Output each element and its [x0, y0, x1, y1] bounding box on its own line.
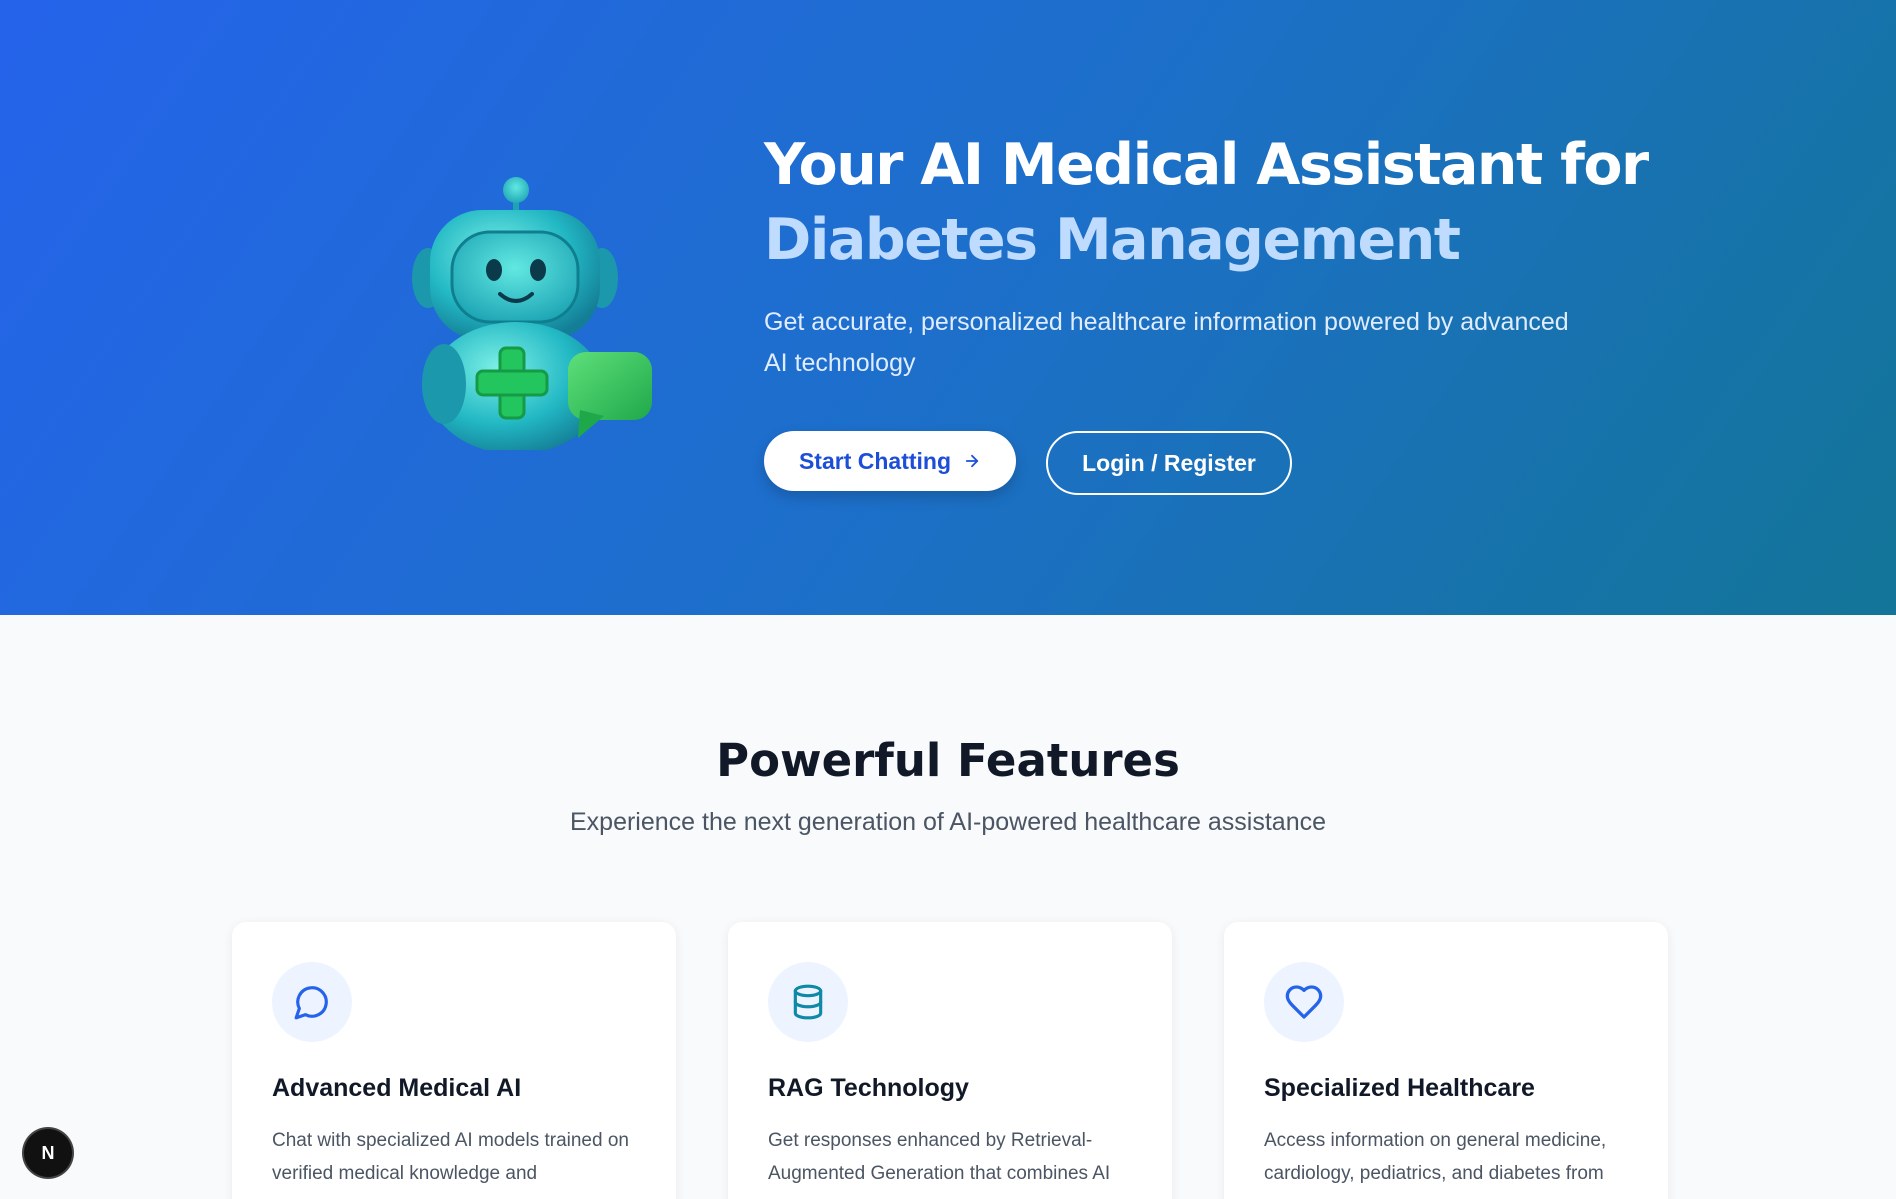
- feature-card-advanced-medical-ai: Advanced Medical AI Chat with specialize…: [232, 922, 676, 1199]
- feature-card-description: Access information on general medicine, …: [1264, 1130, 1607, 1184]
- hero-title: Your AI Medical Assistant for Diabetes M…: [764, 128, 1664, 278]
- hero-title-highlight: Diabetes Management: [764, 207, 1461, 273]
- hero-title-line1: Your AI Medical Assistant for: [764, 132, 1649, 198]
- feature-card-title: RAG Technology: [768, 1074, 969, 1102]
- feature-icon-circle: [272, 962, 352, 1042]
- login-register-label: Login / Register: [1082, 449, 1256, 476]
- features-heading: Powerful Features: [716, 734, 1180, 787]
- login-register-button[interactable]: Login / Register: [1046, 431, 1292, 495]
- feature-card-title: Advanced Medical AI: [272, 1074, 522, 1102]
- feature-card-description: Chat with specialized AI models trained …: [272, 1130, 629, 1184]
- feature-card-rag-technology: RAG Technology Get responses enhanced by…: [728, 922, 1172, 1199]
- nextjs-dev-badge[interactable]: N: [24, 1129, 72, 1177]
- heart-icon: [1285, 985, 1323, 1019]
- hero-subtitle: Get accurate, personalized healthcare in…: [764, 308, 1569, 377]
- feature-icon-circle: [768, 962, 848, 1042]
- start-chatting-button[interactable]: Start Chatting: [764, 431, 1016, 491]
- nextjs-badge-label: N: [41, 1142, 55, 1163]
- feature-icon-circle: [1264, 962, 1344, 1042]
- feature-card-title: Specialized Healthcare: [1264, 1074, 1535, 1102]
- hero-section: Your AI Medical Assistant for Diabetes M…: [0, 0, 1896, 615]
- features-subtitle: Experience the next generation of AI-pow…: [569, 808, 1327, 836]
- arrow-right-icon: [965, 454, 979, 468]
- start-chatting-label: Start Chatting: [798, 447, 952, 474]
- feature-card-description: Get responses enhanced by Retrieval-Augm…: [768, 1130, 1111, 1184]
- robot-mascot-illustration: [412, 177, 652, 450]
- database-icon: [793, 984, 823, 1020]
- chat-bubble-icon: [294, 986, 328, 1020]
- feature-card-specialized-healthcare: Specialized Healthcare Access informatio…: [1224, 922, 1668, 1199]
